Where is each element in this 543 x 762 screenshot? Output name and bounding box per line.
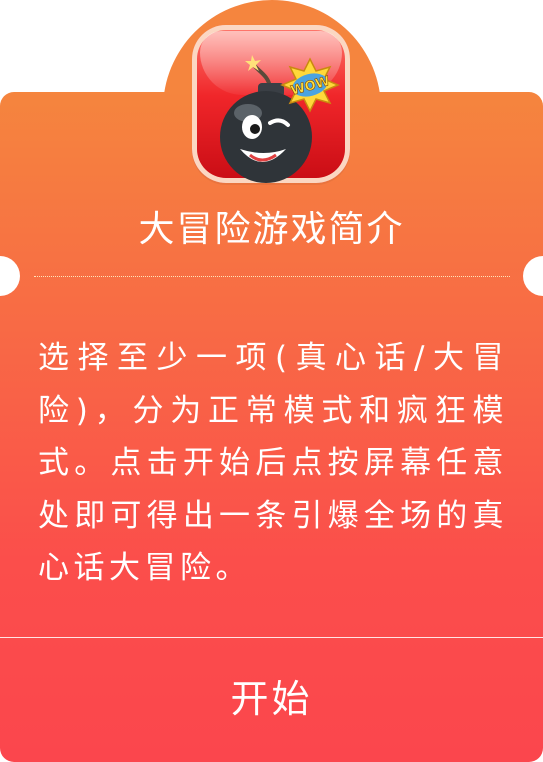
game-intro-dialog: WOW 大冒险游戏简介 选择至少一项(真心话/大冒险)，分为正常模式和疯狂模式。… (0, 0, 543, 762)
dialog-title: 大冒险游戏简介 (138, 209, 405, 250)
bomb-wow-icon: WOW (192, 25, 350, 183)
title-divider (34, 276, 510, 277)
start-button[interactable]: 开始 (0, 638, 543, 762)
game-description: 选择至少一项(真心话/大冒险)，分为正常模式和疯狂模式。点击开始后点按屏幕任意处… (38, 340, 508, 586)
